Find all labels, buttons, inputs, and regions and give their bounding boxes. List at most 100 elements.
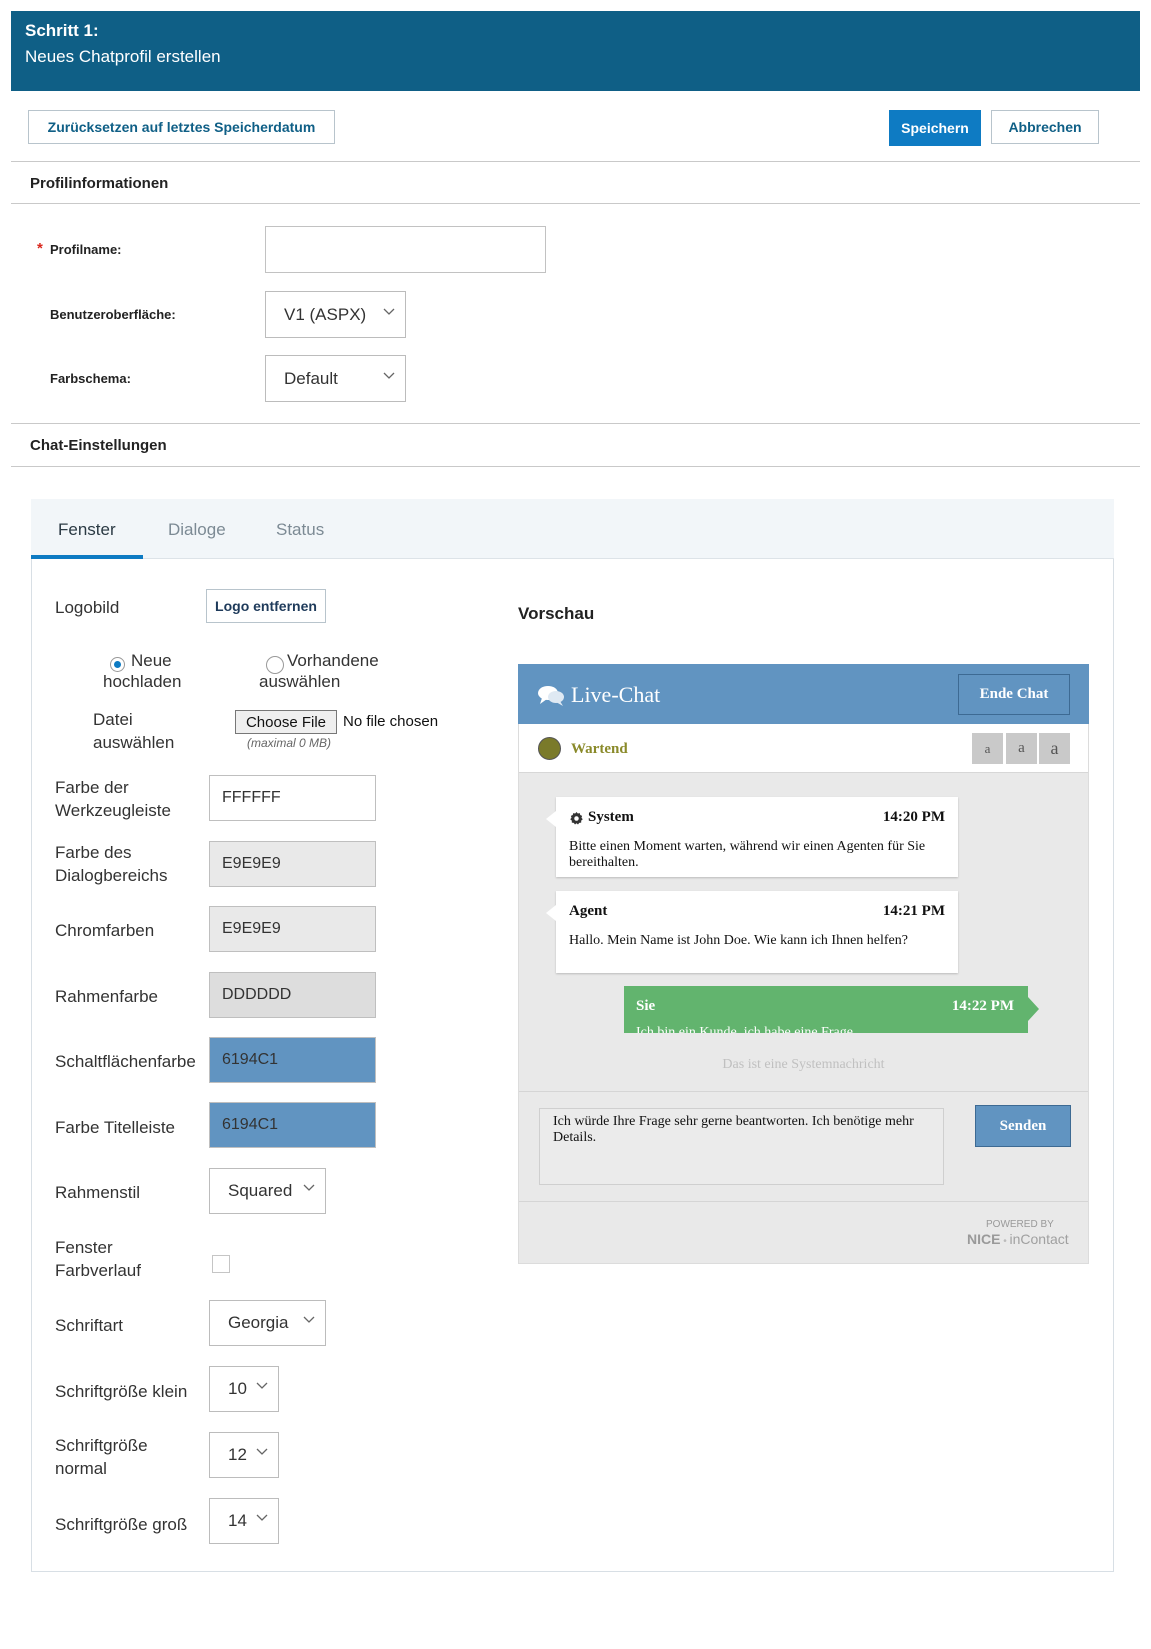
- message-input[interactable]: Ich würde Ihre Frage sehr gerne beantwor…: [539, 1108, 944, 1185]
- step-label: Schritt 1:: [25, 21, 99, 40]
- divider: [11, 423, 1140, 424]
- ui-label: Benutzeroberfläche:: [50, 307, 176, 322]
- active-tab-indicator: [31, 555, 143, 559]
- font-large-value: 14: [228, 1511, 247, 1530]
- dialog-color-input[interactable]: E9E9E9: [209, 841, 376, 887]
- font-select[interactable]: Georgia: [209, 1300, 326, 1346]
- required-marker: *: [37, 240, 43, 257]
- toolbar-color-input[interactable]: FFFFFF: [209, 775, 376, 821]
- chevron-down-icon: [303, 1316, 315, 1323]
- scheme-select-value: Default: [284, 368, 338, 388]
- border-style-value: Squared: [228, 1181, 293, 1200]
- status-text: Wartend: [571, 741, 628, 757]
- toolbar-color-label-1: Farbe der: [55, 778, 129, 797]
- button-color-label: Schaltflächenfarbe: [55, 1052, 196, 1071]
- reset-button[interactable]: Zurücksetzen auf letztes Speicherdatum: [28, 110, 335, 144]
- chrome-color-input[interactable]: E9E9E9: [209, 906, 376, 952]
- file-status: No file chosen: [343, 713, 439, 730]
- chrome-color-label: Chromfarben: [55, 921, 155, 940]
- system-note: Das ist eine Systemnachricht: [722, 1057, 885, 1072]
- bubble-pointer: [1028, 997, 1039, 1021]
- message-customer: Sie 14:22 PM Ich bin ein Kunde, ich habe…: [624, 986, 1028, 1033]
- font-normal-label-2: normal: [55, 1459, 107, 1478]
- divider: [11, 466, 1140, 467]
- title-color-input[interactable]: 6194C1: [209, 1102, 376, 1148]
- radio-upload-new-label-2: hochladen: [103, 672, 182, 691]
- powered-by-text: POWERED BY: [986, 1219, 1054, 1230]
- font-small-select[interactable]: 10: [209, 1366, 279, 1412]
- choose-file-button[interactable]: Choose File: [235, 710, 337, 734]
- remove-logo-button[interactable]: Logo entfernen: [206, 589, 326, 623]
- chevron-down-icon: [383, 372, 395, 379]
- chevron-down-icon: [256, 1514, 268, 1521]
- message-text: Hallo. Mein Name ist John Doe. Wie kann …: [569, 933, 908, 948]
- message-text: Bitte einen Moment warten, während wir e…: [569, 839, 926, 870]
- border-style-select[interactable]: Squared: [209, 1168, 326, 1214]
- font-large-select[interactable]: 14: [209, 1498, 279, 1544]
- message-time: 14:20 PM: [882, 809, 945, 825]
- message-text: Ich bin ein Kunde, ich habe eine Frage.: [636, 1025, 857, 1033]
- cancel-button[interactable]: Abbrechen: [991, 110, 1099, 144]
- message-sender: Agent: [569, 903, 608, 919]
- preview-title: Vorschau: [518, 604, 595, 623]
- font-select-value: Georgia: [228, 1313, 289, 1332]
- font-normal-select[interactable]: 12: [209, 1432, 279, 1478]
- font-large-label: Schriftgröße groß: [55, 1515, 188, 1534]
- message-system: System 14:20 PM Bitte einen Moment warte…: [546, 797, 958, 877]
- chevron-down-icon: [303, 1184, 315, 1191]
- message-agent: Agent 14:21 PM Hallo. Mein Name ist John…: [546, 891, 958, 973]
- font-small-value: 10: [228, 1379, 247, 1398]
- scheme-label: Farbschema:: [50, 371, 131, 386]
- border-style-label: Rahmenstil: [55, 1183, 141, 1202]
- button-color-input[interactable]: 6194C1: [209, 1037, 376, 1083]
- font-normal-value: 12: [228, 1445, 247, 1464]
- font-small-label: Schriftgröße klein: [55, 1382, 188, 1401]
- title-color-label: Farbe Titelleiste: [55, 1118, 175, 1137]
- page-title: Neues Chatprofil erstellen: [25, 47, 221, 66]
- border-color-label: Rahmenfarbe: [55, 987, 159, 1006]
- message-time: 14:21 PM: [882, 903, 945, 919]
- border-color-input[interactable]: DDDDDD: [209, 972, 376, 1018]
- divider: [11, 161, 1140, 162]
- radio-select-existing-label-1: Vorhandene: [287, 651, 379, 670]
- ui-select[interactable]: V1 (ASPX): [265, 291, 406, 338]
- gradient-checkbox[interactable]: [212, 1255, 230, 1273]
- tab-window[interactable]: Fenster: [58, 520, 116, 540]
- section-title-profile: Profilinformationen: [30, 175, 169, 192]
- dialog-color-label-1: Farbe des: [55, 843, 132, 862]
- profile-name-label: * Profilname:: [37, 240, 122, 257]
- gradient-label-1: Fenster: [55, 1238, 113, 1257]
- radio-select-existing-label-2: auswählen: [259, 672, 341, 691]
- bubble-pointer: [546, 905, 556, 921]
- toolbar-color-label-2: Werkzeugleiste: [55, 801, 171, 820]
- file-label-2: auswählen: [93, 733, 175, 752]
- ui-select-value: V1 (ASPX): [284, 304, 367, 324]
- font-label: Schriftart: [55, 1316, 124, 1335]
- chevron-down-icon: [383, 308, 395, 315]
- end-chat-button[interactable]: Ende Chat: [958, 674, 1070, 715]
- chat-title: Live-Chat: [571, 682, 661, 707]
- gradient-label-2: Farbverlauf: [55, 1261, 141, 1280]
- dialog-color-label-2: Dialogbereichs: [55, 866, 168, 885]
- chat-bubbles-icon: [538, 686, 564, 706]
- file-label-1: Datei: [93, 710, 133, 729]
- profile-name-input[interactable]: [265, 226, 546, 273]
- divider: [519, 1201, 1088, 1202]
- tab-status[interactable]: Status: [276, 520, 324, 540]
- logo-separator: •: [1000, 1236, 1010, 1247]
- font-normal-label-1: Schriftgröße: [55, 1436, 148, 1455]
- send-button[interactable]: Senden: [975, 1105, 1071, 1147]
- font-size-small-button[interactable]: a: [972, 733, 1003, 764]
- radio-upload-new-label-1: Neue: [131, 651, 172, 670]
- bubble-pointer: [546, 811, 556, 827]
- message-sender: System: [588, 809, 634, 825]
- page-header: Schritt 1: Neues Chatprofil erstellen: [11, 11, 1140, 91]
- tab-dialogs[interactable]: Dialoge: [168, 520, 226, 540]
- save-button[interactable]: Speichern: [889, 110, 981, 146]
- font-size-medium-button[interactable]: a: [1006, 733, 1037, 764]
- logo-label: Logobild: [55, 598, 120, 617]
- scheme-select[interactable]: Default: [265, 355, 406, 402]
- gear-icon: [570, 811, 583, 825]
- nice-incontact-logo: NICE • inContact: [967, 1231, 1069, 1247]
- font-size-large-button[interactable]: a: [1039, 733, 1070, 764]
